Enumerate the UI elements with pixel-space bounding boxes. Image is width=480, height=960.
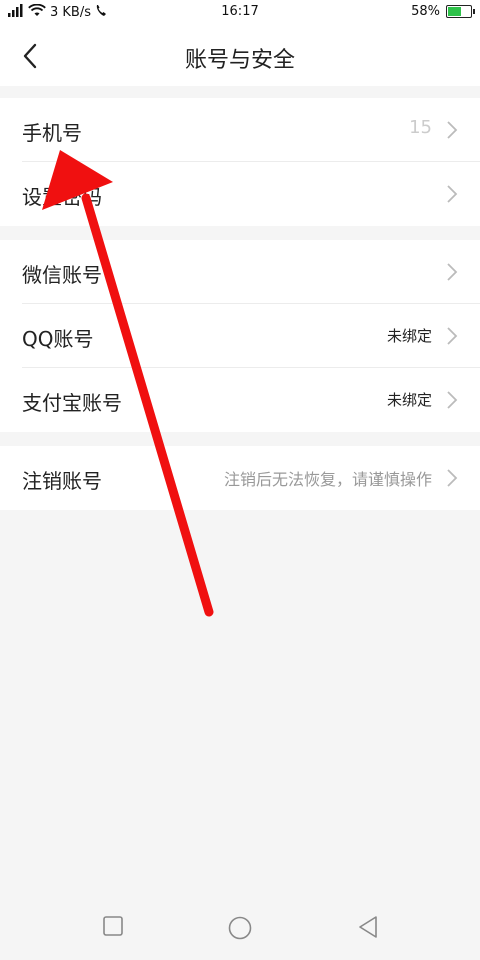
recent-apps-icon[interactable] — [103, 916, 123, 936]
back-triangle-icon[interactable] — [358, 916, 378, 938]
phone-number-value: 15 — [409, 117, 432, 138]
nav-bar: 账号与安全 — [0, 26, 480, 86]
row-label: 手机号 — [22, 121, 82, 145]
battery-percent: 58% — [411, 4, 440, 19]
alipay-binding-status: 未绑定 — [386, 391, 432, 409]
home-icon[interactable] — [228, 916, 252, 940]
status-bar: 3 KB/s 16:17 58% — [0, 0, 480, 26]
status-right: 58% — [411, 4, 475, 19]
cancel-account-group: 注销账号 注销后无法恢复，请谨慎操作 — [0, 446, 480, 510]
qq-account-row[interactable]: QQ账号 未绑定 — [22, 304, 480, 368]
battery-icon — [446, 5, 475, 18]
chevron-right-icon — [447, 263, 458, 281]
set-password-row[interactable]: 设置密码 — [22, 162, 480, 226]
chevron-right-icon — [447, 185, 458, 203]
battery-level-fill — [448, 7, 461, 16]
wechat-account-row[interactable]: 微信账号 — [22, 240, 480, 304]
row-label: 支付宝账号 — [22, 391, 122, 415]
qq-binding-status: 未绑定 — [386, 327, 432, 345]
chevron-right-icon — [447, 121, 458, 139]
chevron-right-icon — [447, 469, 458, 487]
row-label: QQ账号 — [22, 327, 94, 351]
account-group: 手机号 15 设置密码 — [0, 98, 480, 226]
phone-number-row[interactable]: 手机号 15 — [22, 98, 480, 162]
chevron-right-icon — [447, 327, 458, 345]
clock: 16:17 — [221, 4, 259, 19]
alipay-account-row[interactable]: 支付宝账号 未绑定 — [22, 368, 480, 432]
cancel-account-row[interactable]: 注销账号 注销后无法恢复，请谨慎操作 — [22, 446, 480, 510]
bindings-group: 微信账号 QQ账号 未绑定 支付宝账号 未绑定 — [0, 240, 480, 432]
row-label: 注销账号 — [22, 469, 102, 493]
cancel-account-warning: 注销后无法恢复，请谨慎操作 — [223, 470, 432, 489]
row-label: 设置密码 — [22, 185, 102, 209]
row-label: 微信账号 — [22, 263, 102, 287]
system-nav-bar — [0, 900, 480, 960]
chevron-right-icon — [447, 391, 458, 409]
page-title: 账号与安全 — [184, 48, 295, 73]
